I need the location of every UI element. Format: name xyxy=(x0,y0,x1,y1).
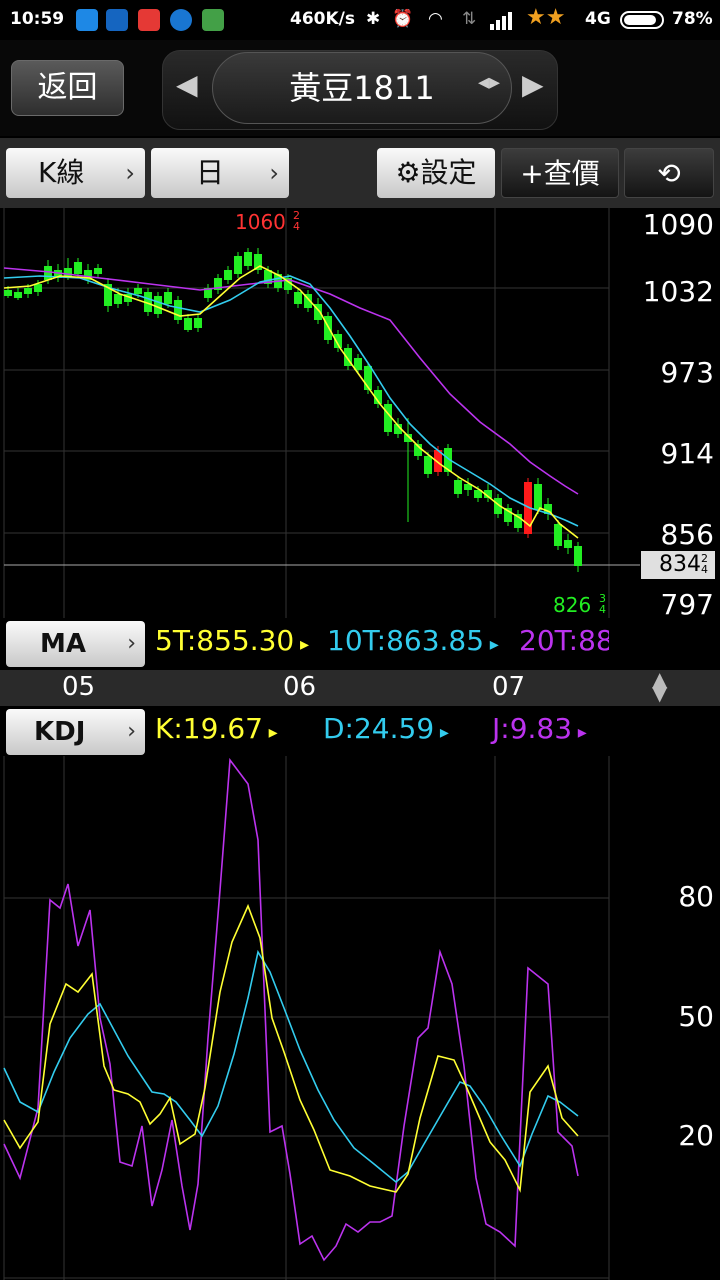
candle-body xyxy=(14,292,22,298)
j-value: J:9.83 ▸ xyxy=(492,712,587,745)
period-button[interactable]: 日 › xyxy=(151,148,289,198)
kline-button[interactable]: K線 › xyxy=(6,148,145,198)
rotate-screen-button[interactable]: ⟲ xyxy=(624,148,714,198)
candle-body xyxy=(574,546,582,566)
candle-body xyxy=(564,540,572,548)
network-type: 4G xyxy=(585,9,611,29)
battery-icon xyxy=(620,11,664,29)
candle-body xyxy=(534,484,542,510)
d-value: D:24.59 ▸ xyxy=(323,712,449,745)
ma10-value: 10T:863.85 ▸ xyxy=(327,624,499,657)
contract-switch-icon[interactable]: ◂▸ xyxy=(478,70,500,95)
price-axis-label: 1032 xyxy=(642,275,714,308)
settings-label: 設定 xyxy=(420,156,477,189)
rotate-icon: ⟲ xyxy=(657,157,681,190)
candle-body xyxy=(164,292,172,304)
bluetooth-icon: ✱ xyxy=(366,9,381,29)
candle-body xyxy=(174,300,182,320)
cell-signal-icon xyxy=(490,10,518,35)
app-notification-icon xyxy=(170,9,192,31)
price-axis-label: 973 xyxy=(660,356,714,389)
ma-values: 5T:855.30 ▸ 10T:863.85 ▸ 20T:88 xyxy=(155,624,609,664)
candle-body xyxy=(244,252,252,266)
k-value: K:19.67 ▸ xyxy=(155,712,278,745)
prev-contract-icon[interactable]: ◀ xyxy=(176,68,198,101)
back-button[interactable]: 返回 xyxy=(11,60,124,116)
next-contract-icon[interactable]: ▶ xyxy=(522,68,544,101)
app-notification-icon xyxy=(76,9,98,31)
low-price-label: 826 3 4 xyxy=(553,592,606,617)
d-line xyxy=(3,949,579,1184)
candle-body xyxy=(194,318,202,328)
status-time: 10:59 xyxy=(10,9,65,29)
kdj-chart[interactable] xyxy=(0,756,720,1280)
high-price-label: 1060 2 4 xyxy=(235,209,300,234)
candle-body xyxy=(294,292,302,304)
ma-indicator-button[interactable]: MA › xyxy=(6,621,145,667)
price-axis-label: 856 xyxy=(660,518,714,551)
price-axis-label: 1090 xyxy=(642,208,714,241)
candle-body xyxy=(34,284,42,292)
candle-body xyxy=(424,456,432,474)
candle-body xyxy=(184,318,192,330)
chevron-right-icon: › xyxy=(127,631,136,656)
kdj-values: K:19.67 ▸ D:24.59 ▸ J:9.83 ▸ xyxy=(155,712,609,752)
current-price-tag: 834 24 xyxy=(641,551,715,579)
candle-body xyxy=(94,268,102,274)
app-notification-icon xyxy=(138,9,160,31)
kdj-axis-label: 80 xyxy=(678,880,714,913)
wifi-icon: ◠ xyxy=(428,9,443,29)
chevron-right-icon: › xyxy=(125,159,135,187)
ma5-value: 5T:855.30 ▸ xyxy=(155,624,310,657)
kdj-axis-label: 50 xyxy=(678,1000,714,1033)
price-chart[interactable] xyxy=(0,208,720,618)
resize-handle-icon[interactable]: ▲ ▼ xyxy=(652,669,667,703)
candle-body xyxy=(224,270,232,280)
candle-body xyxy=(44,266,52,280)
price-axis-label: 914 xyxy=(660,437,714,470)
kdj-label: KDJ xyxy=(34,717,86,747)
network-speed: 460K/s xyxy=(290,9,355,29)
candle-body xyxy=(234,256,242,274)
ma20-value: 20T:88 xyxy=(519,624,609,657)
price-axis-label: 797 xyxy=(660,588,714,621)
app-notification-icon xyxy=(202,9,224,31)
candle-body xyxy=(4,290,12,296)
settings-button[interactable]: ⚙設定 xyxy=(377,148,495,198)
kdj-axis-label: 20 xyxy=(678,1119,714,1152)
kline-label: K線 xyxy=(38,156,85,189)
ma-label: MA xyxy=(40,629,86,659)
candle-body xyxy=(24,288,32,294)
date-axis: 05 06 07 ▲ ▼ xyxy=(0,669,720,706)
candle-body xyxy=(154,296,162,314)
signal-off-icon: ⇅ xyxy=(462,9,477,29)
star-icon: ★★ xyxy=(526,5,566,30)
k-line xyxy=(3,903,579,1193)
j-line xyxy=(3,757,579,1262)
alarm-icon: ⏰ xyxy=(392,9,414,29)
candle-body xyxy=(134,288,142,294)
date-label: 05 xyxy=(62,672,96,702)
candle-body xyxy=(554,524,562,546)
gear-icon: ⚙ xyxy=(395,156,421,189)
kdj-indicator-button[interactable]: KDJ › xyxy=(6,709,145,755)
date-label: 07 xyxy=(492,672,526,702)
date-label: 06 xyxy=(283,672,317,702)
candle-body xyxy=(74,262,82,274)
chevron-right-icon: › xyxy=(269,159,279,187)
candle-body xyxy=(114,294,122,304)
battery-level: 78% xyxy=(672,9,713,29)
status-bar: 10:59 460K/s ✱ ⏰ ◠ ⇅ ★★ 4G 78% xyxy=(0,0,720,40)
contract-title[interactable]: 黃豆1811 xyxy=(212,52,512,124)
chevron-right-icon: › xyxy=(127,719,136,744)
candle-body xyxy=(454,480,462,494)
quote-button[interactable]: +查價 xyxy=(501,148,619,198)
app-notification-icon xyxy=(106,9,128,31)
period-label: 日 xyxy=(196,156,225,189)
